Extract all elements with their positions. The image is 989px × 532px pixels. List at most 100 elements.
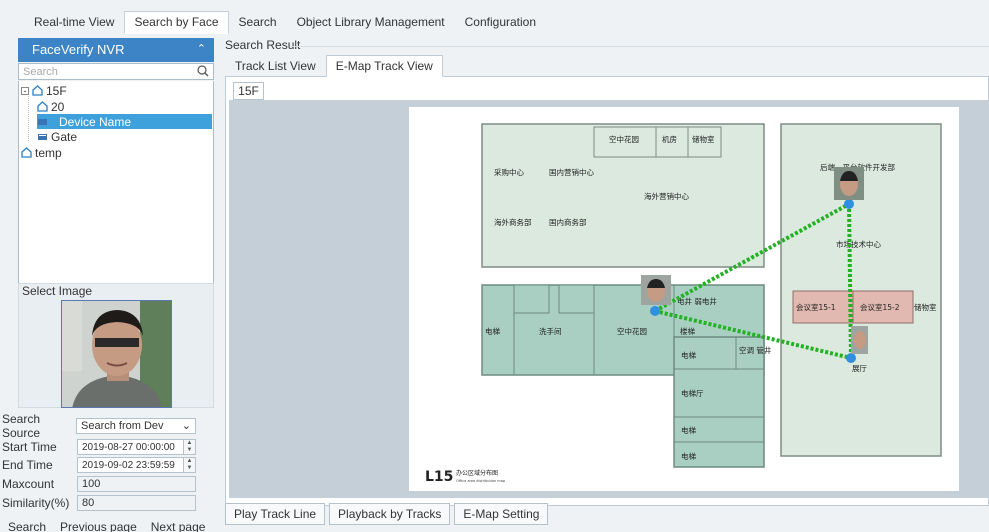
- face-thumbnail-icon[interactable]: [834, 167, 864, 200]
- search-source-row: Search Source Search from Dev ⌄: [0, 412, 196, 440]
- end-time-row: End Time 2019-09-02 23:59:59 ▲ ▼: [0, 456, 196, 474]
- chevron-down-icon[interactable]: ⌄: [182, 419, 191, 432]
- track-point-icon: [650, 306, 660, 316]
- room-label: 会议室15-1: [796, 302, 836, 312]
- camera-icon: [38, 119, 47, 125]
- tree-node-gate[interactable]: Gate: [37, 129, 77, 144]
- play-track-line-button[interactable]: Play Track Line: [225, 503, 326, 525]
- tab-object-library-management[interactable]: Object Library Management: [287, 11, 455, 34]
- area-icon: [37, 101, 48, 112]
- start-time-value: 2019-08-27 00:00:00: [82, 441, 175, 453]
- chevron-up-icon[interactable]: ⌃: [197, 42, 206, 55]
- maxcount-label: Maxcount: [2, 477, 55, 491]
- end-time-value: 2019-09-02 23:59:59: [82, 459, 175, 471]
- room-label: 洗手间: [539, 326, 562, 336]
- room-label: 储物室: [914, 302, 937, 312]
- room-label: 展厅: [852, 364, 867, 373]
- end-time-input[interactable]: 2019-09-02 23:59:59 ▲ ▼: [77, 457, 196, 473]
- floor-plan-svg: 空中花园 机房 储物室 采购中心 国内营销中心 海外营销中心 海外商务部 国内商…: [425, 123, 942, 485]
- select-image-label: Select Image: [22, 284, 93, 298]
- tree-node-temp[interactable]: temp: [21, 145, 62, 160]
- floor-map[interactable]: 空中花园 机房 储物室 采购中心 国内营销中心 海外营销中心 海外商务部 国内商…: [409, 107, 959, 491]
- collapse-icon[interactable]: -: [21, 86, 29, 95]
- gate-icon: [38, 134, 47, 140]
- face-thumbnail-icon[interactable]: [851, 326, 868, 354]
- search-source-label: Search Source: [2, 412, 41, 440]
- room-label: 会议室15-2: [860, 302, 900, 312]
- tab-configuration[interactable]: Configuration: [455, 11, 546, 34]
- room-label: 机房: [662, 134, 677, 144]
- room-label: 空中花园: [617, 326, 647, 336]
- tab-search[interactable]: Search: [229, 11, 287, 34]
- floor-legend-title: L15: [425, 469, 453, 485]
- room-label: 空调 管井: [739, 345, 772, 355]
- face-thumbnail-icon[interactable]: [641, 275, 671, 305]
- tab-real-time-view[interactable]: Real-time View: [24, 11, 124, 34]
- time-spinner-icon[interactable]: ▲ ▼: [183, 440, 195, 454]
- start-time-label: Start Time: [2, 440, 57, 454]
- start-time-row: Start Time 2019-08-27 00:00:00 ▲ ▼: [0, 438, 196, 456]
- similarity-input[interactable]: 80: [77, 495, 196, 511]
- floor-tab-15f[interactable]: 15F: [233, 82, 264, 100]
- floor-legend-en: Office area distribution map: [456, 479, 506, 483]
- room-label: 市场技术中心: [836, 239, 881, 249]
- room-label: 电梯: [681, 425, 696, 435]
- track-point-icon: [846, 353, 856, 363]
- playback-by-tracks-button[interactable]: Playback by Tracks: [329, 503, 451, 525]
- map-action-buttons: Play Track Line Playback by Tracks E-Map…: [225, 503, 549, 525]
- result-view-tabs: Track List View E-Map Track View: [225, 55, 443, 77]
- maxcount-input[interactable]: 100: [77, 476, 196, 492]
- left-action-buttons: Search Previous page Next page: [0, 518, 212, 532]
- device-search-input[interactable]: [19, 64, 189, 80]
- similarity-value: 80: [82, 497, 95, 509]
- maxcount-value: 100: [82, 478, 101, 490]
- room-label: 电梯: [681, 451, 696, 461]
- tab-track-list-view[interactable]: Track List View: [225, 55, 326, 77]
- tab-e-map-track-view[interactable]: E-Map Track View: [325, 55, 443, 77]
- end-time-label: End Time: [2, 458, 53, 472]
- next-page-button[interactable]: Next page: [144, 518, 213, 532]
- room-label: 海外营销中心: [644, 191, 689, 201]
- similarity-row: Similarity(%) 80: [0, 494, 196, 512]
- device-search-box: [18, 63, 214, 80]
- room-label: 电梯: [485, 326, 500, 336]
- room-label: 楼梯: [680, 326, 695, 336]
- room-label: 采购中心: [494, 167, 524, 177]
- previous-page-button[interactable]: Previous page: [53, 518, 144, 532]
- tree-node-20[interactable]: 20: [37, 99, 64, 114]
- time-spinner-icon[interactable]: ▲ ▼: [183, 458, 195, 472]
- device-tree: - 15F 20 Device Name Gate temp: [18, 81, 214, 311]
- left-panel: FaceVerify NVR ⌃ - 15F 20 Device Name Ga…: [2, 38, 214, 532]
- tree-node-15f[interactable]: - 15F: [21, 83, 67, 98]
- area-icon: [32, 85, 43, 96]
- search-result-label: Search Result: [225, 38, 301, 52]
- search-source-value: Search from Dev: [81, 420, 164, 432]
- start-time-input[interactable]: 2019-08-27 00:00:00 ▲ ▼: [77, 439, 196, 455]
- room-label: 海外商务部: [494, 217, 532, 227]
- top-navigation-bar: Real-time View Search by Face Search Obj…: [0, 0, 989, 34]
- tree-label-20: 20: [51, 99, 65, 114]
- room-label: 电梯厅: [681, 388, 704, 398]
- search-source-select[interactable]: Search from Dev ⌄: [76, 418, 196, 434]
- maxcount-row: Maxcount 100: [0, 475, 196, 493]
- tree-label-temp: temp: [35, 145, 62, 160]
- area-icon: [21, 147, 32, 158]
- e-map-setting-button[interactable]: E-Map Setting: [454, 503, 549, 525]
- similarity-label: Similarity(%): [2, 496, 70, 510]
- room-label: 电梯: [681, 350, 696, 360]
- room-label: 国内商务部: [549, 217, 587, 227]
- room-label: 国内营销中心: [549, 167, 594, 177]
- query-face-image[interactable]: [61, 300, 172, 408]
- tree-label-device-name: Device Name: [59, 114, 132, 129]
- tree-label-15f: 15F: [46, 83, 67, 98]
- device-group-title: FaceVerify NVR: [32, 42, 125, 57]
- search-button[interactable]: Search: [0, 518, 53, 532]
- search-icon[interactable]: [197, 65, 209, 77]
- divider: [290, 46, 989, 47]
- room-label: 储物室: [692, 134, 715, 144]
- room-label: 空中花园: [609, 134, 639, 144]
- tree-node-device-name[interactable]: Device Name: [37, 114, 212, 129]
- floor-legend-cn: 办公区域分布图: [456, 469, 498, 477]
- device-group-header[interactable]: FaceVerify NVR ⌃: [18, 38, 214, 62]
- tab-search-by-face[interactable]: Search by Face: [124, 11, 229, 34]
